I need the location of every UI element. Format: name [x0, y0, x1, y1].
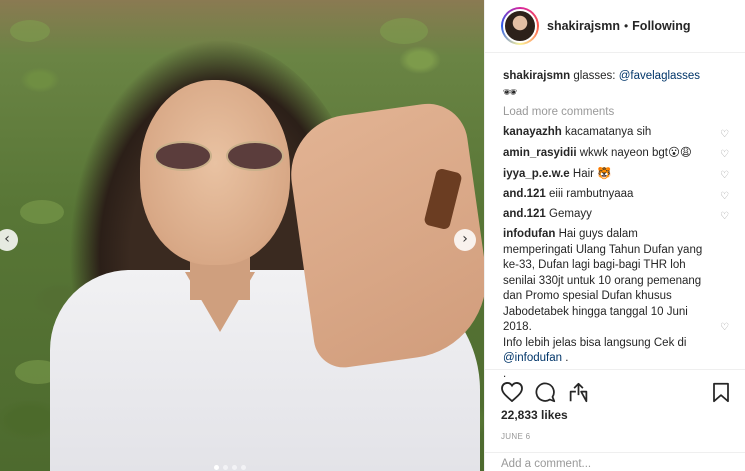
avatar[interactable]	[501, 7, 539, 45]
add-comment-input[interactable]: Add a comment...	[485, 452, 745, 471]
post-photo[interactable]: ‹ ›	[0, 0, 484, 471]
following-button[interactable]: Following	[632, 19, 690, 33]
caption-mention[interactable]: @favelaglasses	[619, 70, 700, 82]
lens-right	[226, 141, 284, 171]
share-icon[interactable]	[568, 382, 589, 403]
heart-icon[interactable]	[501, 382, 523, 402]
avatar-image	[503, 9, 537, 43]
carousel-dot	[232, 465, 237, 470]
comment-emoji: 🐯	[597, 166, 612, 180]
post-sidebar: shakirajsmn • Following shakirajsmn glas…	[484, 0, 745, 471]
comment: kanayazhh kacamatanya sih ♡	[503, 125, 729, 141]
comment-username[interactable]: and.121	[503, 208, 546, 220]
photo-sunglasses	[152, 133, 292, 183]
like-comment-heart-icon[interactable]: ♡	[720, 209, 729, 225]
carousel-dots	[214, 465, 246, 470]
carousel-next-button[interactable]: ›	[454, 229, 476, 251]
comment: and.121 eiii rambutnyaaa ♡	[503, 187, 729, 203]
comment: and.121 Gemayy ♡	[503, 207, 729, 223]
lens-left	[154, 141, 212, 171]
caption-username[interactable]: shakirajsmn	[503, 70, 570, 82]
comment-text: Hai guys dalam memperingati Ulang Tahun …	[503, 228, 703, 333]
comment-username[interactable]: and.121	[503, 188, 546, 200]
instagram-post: ‹ › shakirajsmn • Following shakirajsmn …	[0, 0, 745, 471]
comment-mention[interactable]: @infodufan	[503, 352, 562, 364]
carousel-dot	[214, 465, 219, 470]
likes-count[interactable]: 22,833 likes	[501, 408, 730, 422]
load-more-comments-button[interactable]: Load more comments	[503, 106, 729, 118]
comments-list: shakirajsmn glasses: @favelaglasses 🕶 Lo…	[485, 53, 745, 382]
like-comment-heart-icon[interactable]: ♡	[720, 189, 729, 205]
post-header: shakirajsmn • Following	[485, 0, 745, 53]
like-comment-heart-icon[interactable]: ♡	[720, 127, 729, 143]
comment-icon[interactable]	[535, 382, 556, 403]
comment-tail: .	[562, 352, 569, 364]
comment-text: Gemayy	[545, 208, 592, 220]
comment-text: wkwk nayeon bgt	[576, 147, 668, 159]
comment-username[interactable]: iyya_p.e.w.e	[503, 168, 570, 180]
caption: shakirajsmn glasses: @favelaglasses 🕶	[503, 69, 729, 101]
caption-text: glasses:	[570, 70, 619, 82]
like-comment-heart-icon[interactable]: ♡	[720, 147, 729, 163]
comment-text-info: Info lebih jelas bisa langsung Cek di	[503, 336, 687, 349]
comment: iyya_p.e.w.e Hair 🐯 ♡	[503, 166, 729, 183]
action-icons	[501, 376, 730, 408]
comment-text: Hair	[569, 168, 598, 180]
comment: amin_rasyidii wkwk nayeon bgt😮😩 ♡	[503, 145, 729, 162]
post-date[interactable]: JUNE 6	[501, 432, 730, 441]
leaf	[10, 20, 50, 42]
like-comment-heart-icon[interactable]: ♡	[720, 168, 729, 184]
bookmark-icon[interactable]	[712, 382, 730, 403]
like-comment-heart-icon[interactable]: ♡	[720, 320, 729, 336]
post-actions: 22,833 likes JUNE 6	[485, 369, 745, 441]
comment-username[interactable]: kanayazhh	[503, 126, 562, 138]
header-separator: •	[623, 19, 629, 33]
comment-username[interactable]: infodufan	[503, 228, 555, 240]
photo-collar	[185, 272, 255, 332]
comment-text: kacamatanya sih	[561, 126, 652, 138]
comment-username[interactable]: amin_rasyidii	[503, 147, 577, 159]
header-username[interactable]: shakirajsmn	[547, 19, 620, 33]
carousel-dot	[241, 465, 246, 470]
carousel-prev-button[interactable]: ‹	[0, 229, 18, 251]
leaf	[380, 18, 428, 44]
comment-long: infodufan Hai guys dalam memperingati Ul…	[503, 227, 729, 382]
leaf	[20, 200, 64, 224]
sunglasses-emoji: 🕶	[503, 84, 518, 99]
comment-text: eiii rambutnyaaa	[545, 188, 634, 200]
carousel-dot	[223, 465, 228, 470]
comment-emoji: 😮😩	[667, 145, 692, 159]
